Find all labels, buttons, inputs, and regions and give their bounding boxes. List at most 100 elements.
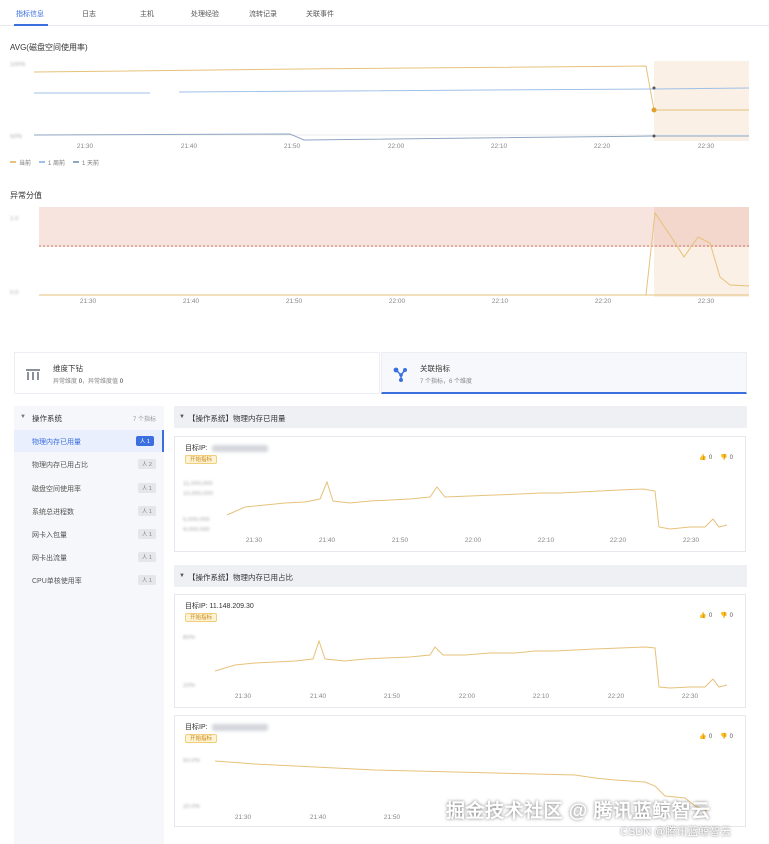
caret-down-icon: ▼ bbox=[179, 414, 185, 420]
sidebar-item-label: 网卡入包量 bbox=[32, 532, 67, 539]
sidebar-item-badge: 人 2 bbox=[137, 459, 156, 469]
sidebar-item-label: 物理内存已用量 bbox=[32, 439, 81, 446]
sidebar-item-badge: 人 1 bbox=[137, 529, 156, 539]
chart1-x-tick: 22:00 bbox=[387, 143, 405, 150]
card-x-tick: 21:50 bbox=[383, 814, 401, 821]
card-x-tick: 21:40 bbox=[309, 693, 327, 700]
card-x-tick: 21:30 bbox=[234, 693, 252, 700]
related-metrics-card[interactable]: 关联指标 7 个指标，6 个维度 bbox=[381, 352, 747, 394]
legend-item-week-ago[interactable]: 1 周前 bbox=[39, 157, 65, 167]
group-header-memory-percent[interactable]: ▼ 【操作系统】物理内存已用占比 bbox=[174, 565, 747, 587]
dimension-drilldown-title: 维度下钻 bbox=[53, 364, 83, 373]
sidebar-item-nic-out-traffic[interactable]: 网卡出流量 人 1 bbox=[14, 546, 164, 568]
card-x-tick: 21:30 bbox=[234, 814, 252, 821]
sidebar-item-badge: 人 1 bbox=[137, 575, 156, 585]
card-x-tick: 22:00 bbox=[464, 537, 482, 544]
tab-flow-records[interactable]: 流转记录 bbox=[249, 9, 277, 19]
card-x-tick: 22:30 bbox=[681, 693, 699, 700]
card-x-tick: 22:10 bbox=[537, 537, 555, 544]
watermark-main: 掘金技术社区 @ 腾讯蓝鲸智云 bbox=[446, 801, 711, 822]
chart1-x-tick: 22:10 bbox=[490, 143, 508, 150]
chart2-x-tick: 21:40 bbox=[182, 298, 200, 305]
sidebar-group-label: 操作系统 bbox=[32, 414, 62, 423]
chart2-x-tick: 22:20 bbox=[594, 298, 612, 305]
metric-sidebar: ▼ 操作系统 7 个指标 物理内存已用量 人 1 物理内存已用占比 人 2 磁盘… bbox=[14, 406, 164, 844]
chart1-x-tick: 21:40 bbox=[180, 143, 198, 150]
metric-card: 目标IP: 开始指标 👍 0 👎 0 11,000,000 10,000,000 5… bbox=[174, 436, 746, 552]
metric-card-chart bbox=[214, 639, 728, 689]
chart2-plot bbox=[39, 207, 750, 297]
metric-series bbox=[226, 480, 728, 530]
related-metrics-summary: 7 个指标，6 个维度 bbox=[420, 379, 473, 385]
legend-label: 1 天前 bbox=[82, 160, 100, 167]
metric-card: 目标IP: 11.148.209.30 开始指标 👍 0 👎 0 80% 20% 2… bbox=[174, 594, 746, 708]
tab-logs[interactable]: 日志 bbox=[82, 9, 96, 19]
legend-swatch bbox=[10, 161, 16, 163]
chart1-x-tick: 21:50 bbox=[283, 143, 301, 150]
sidebar-item-memory-percent[interactable]: 物理内存已用占比 人 2 bbox=[14, 453, 164, 475]
group-header-memory-used[interactable]: ▼ 【操作系统】物理内存已用量 bbox=[174, 406, 747, 428]
dimension-drilldown-card[interactable]: 维度下钻 异常维度 0，异常维度值 0 bbox=[14, 352, 380, 394]
chart1-point-week bbox=[652, 86, 656, 90]
tab-metric-info[interactable]: 指标信息 bbox=[16, 9, 44, 19]
sidebar-item-label: 系统总进程数 bbox=[32, 509, 74, 516]
chart2-title: 异常分值 bbox=[10, 191, 42, 200]
sidebar-item-disk-usage[interactable]: 磁盘空间使用率 人 1 bbox=[14, 477, 164, 499]
chart2-x-tick: 22:00 bbox=[388, 298, 406, 305]
chart1-legend: 当前 1 周前 1 天前 bbox=[10, 157, 99, 167]
dimension-drilldown-summary: 异常维度 0，异常维度值 0 bbox=[53, 376, 123, 385]
chart1-anomaly-band bbox=[654, 61, 749, 141]
tab-related-events[interactable]: 关联事件 bbox=[306, 9, 334, 19]
chart2-x-tick: 22:10 bbox=[491, 298, 509, 305]
sidebar-item-label: CPU单核使用率 bbox=[32, 578, 82, 585]
caret-down-icon: ▼ bbox=[179, 573, 185, 579]
card-x-tick: 21:50 bbox=[391, 537, 409, 544]
metric-series bbox=[214, 639, 728, 689]
legend-label: 当前 bbox=[19, 160, 32, 167]
dim-value-label: 异常维度值 bbox=[88, 379, 119, 385]
sidebar-item-memory-used[interactable]: 物理内存已用量 人 1 bbox=[14, 430, 164, 452]
sidebar-item-nic-in-packets[interactable]: 网卡入包量 人 1 bbox=[14, 523, 164, 545]
group-header-label: 【操作系统】物理内存已用量 bbox=[188, 414, 286, 423]
chart2-x-tick: 21:30 bbox=[79, 298, 97, 305]
card-x-tick: 21:30 bbox=[245, 537, 263, 544]
sidebar-group-count: 7 个指标 bbox=[132, 417, 156, 423]
sidebar-item-process-count[interactable]: 系统总进程数 人 1 bbox=[14, 500, 164, 522]
card-x-tick: 22:30 bbox=[682, 537, 700, 544]
collapse-icon: ▼ bbox=[20, 414, 26, 420]
chart1-title: AVG(磁盘空间使用率) bbox=[10, 43, 88, 52]
legend-swatch bbox=[73, 161, 80, 163]
card-x-tick: 21:40 bbox=[318, 537, 336, 544]
sidebar-item-label: 磁盘空间使用率 bbox=[32, 486, 81, 493]
legend-item-day-ago[interactable]: 1 天前 bbox=[73, 157, 99, 167]
chart1-point-current bbox=[651, 107, 657, 113]
tab-experience[interactable]: 处理经验 bbox=[191, 9, 219, 19]
chart1-series-current bbox=[33, 65, 749, 111]
group-header-label: 【操作系统】物理内存已用占比 bbox=[188, 573, 293, 582]
chart2-x-tick: 22:30 bbox=[697, 298, 715, 305]
sidebar-group-os[interactable]: ▼ 操作系统 7 个指标 bbox=[14, 406, 164, 428]
related-metrics-title: 关联指标 bbox=[420, 364, 450, 373]
legend-item-current[interactable]: 当前 bbox=[10, 157, 31, 167]
tab-bar: 指标信息 日志 主机 处理经验 流转记录 关联事件 bbox=[0, 0, 769, 26]
watermark-sub: CSDN @腾讯蓝鲸智云 bbox=[620, 826, 732, 838]
sidebar-item-badge: 人 1 bbox=[137, 506, 156, 516]
dim-label: 异常维度 bbox=[53, 379, 78, 385]
active-tab-indicator bbox=[14, 24, 48, 26]
card-x-tick: 22:00 bbox=[458, 693, 476, 700]
card-x-tick: 22:10 bbox=[532, 693, 550, 700]
anomaly-value-count: 0 bbox=[119, 379, 124, 385]
metric-card-chart bbox=[226, 480, 728, 530]
card-x-tick: 21:40 bbox=[309, 814, 327, 821]
card-x-tick: 22:20 bbox=[609, 537, 627, 544]
legend-swatch bbox=[39, 161, 46, 163]
sidebar-item-cpu-core-usage[interactable]: CPU单核使用率 人 1 bbox=[14, 569, 164, 591]
chart1-x-tick: 22:30 bbox=[697, 143, 715, 150]
chart1-x-tick: 21:30 bbox=[76, 143, 94, 150]
chart2-x-tick: 21:50 bbox=[285, 298, 303, 305]
drilldown-icon bbox=[26, 369, 40, 380]
sidebar-item-badge: 人 1 bbox=[137, 483, 156, 493]
card-x-tick: 22:20 bbox=[607, 693, 625, 700]
sidebar-item-label: 网卡出流量 bbox=[32, 555, 67, 562]
tab-host[interactable]: 主机 bbox=[140, 9, 154, 19]
